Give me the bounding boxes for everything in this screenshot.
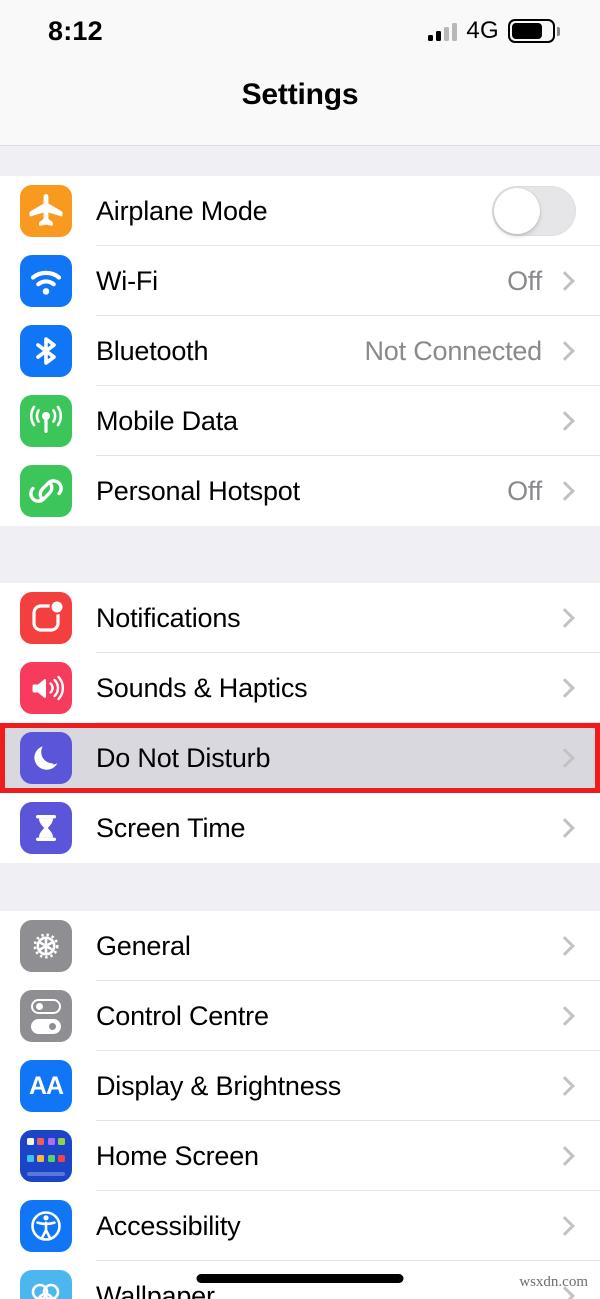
chevron-right-icon [555, 341, 575, 361]
speaker-icon [20, 662, 72, 714]
settings-row-accessibility[interactable]: Accessibility [0, 1191, 600, 1261]
settings-row-general[interactable]: General [0, 911, 600, 981]
battery-icon [508, 19, 560, 43]
settings-list[interactable]: Airplane Mode Wi-Fi Off Bluetooth Not Co… [0, 146, 600, 1299]
status-bar-indicators: 4G [428, 17, 560, 45]
settings-row-home-screen[interactable]: Home Screen [0, 1121, 600, 1191]
navigation-header: 8:12 4G Settings [0, 0, 600, 146]
display-brightness-icon: AA [20, 1060, 72, 1112]
airplane-icon [20, 185, 72, 237]
settings-row-bluetooth[interactable]: Bluetooth Not Connected [0, 316, 600, 386]
settings-row-label: General [96, 930, 191, 961]
section-gap-2 [0, 863, 600, 911]
settings-row-value: Off [507, 475, 542, 506]
settings-row-screen-time[interactable]: Screen Time [0, 793, 600, 863]
settings-row-label: Control Centre [96, 1000, 269, 1031]
chevron-right-icon [555, 411, 575, 431]
settings-row-label: Do Not Disturb [96, 742, 271, 773]
status-bar-time: 8:12 [48, 15, 103, 46]
chevron-right-icon [555, 678, 575, 698]
settings-row-label: Wallpaper [96, 1280, 215, 1299]
hotspot-link-icon [20, 465, 72, 517]
chevron-right-icon [555, 1216, 575, 1236]
watermark: wsxdn.com [519, 1274, 588, 1290]
settings-row-label: Airplane Mode [96, 195, 268, 226]
settings-row-sounds-haptics[interactable]: Sounds & Haptics [0, 653, 600, 723]
chevron-right-icon [555, 271, 575, 291]
antenna-icon [20, 395, 72, 447]
settings-row-label: Wi-Fi [96, 265, 158, 296]
gear-icon [20, 920, 72, 972]
home-screen-icon [20, 1130, 72, 1182]
notifications-icon [20, 592, 72, 644]
settings-row-label: Home Screen [96, 1140, 259, 1171]
chevron-right-icon [555, 608, 575, 628]
settings-row-label: Personal Hotspot [96, 475, 300, 506]
settings-row-label: Display & Brightness [96, 1070, 342, 1101]
page-title: Settings [241, 78, 359, 111]
wallpaper-icon [20, 1270, 72, 1299]
settings-row-personal-hotspot[interactable]: Personal Hotspot Off [0, 456, 600, 526]
settings-group-system: General Control Centre AA Display & Brig… [0, 911, 600, 1299]
settings-row-wifi[interactable]: Wi-Fi Off [0, 246, 600, 316]
settings-row-value: Not Connected [364, 335, 542, 366]
airplane-mode-toggle[interactable] [492, 186, 576, 236]
settings-row-label: Notifications [96, 602, 241, 633]
control-centre-icon [20, 990, 72, 1042]
settings-row-label: Bluetooth [96, 335, 209, 366]
status-bar-network-type: 4G [466, 17, 499, 44]
settings-row-label: Sounds & Haptics [96, 672, 308, 703]
settings-row-display-brightness[interactable]: AA Display & Brightness [0, 1051, 600, 1121]
section-gap-top [0, 146, 600, 176]
settings-row-label: Accessibility [96, 1210, 241, 1241]
cellular-signal-icon [428, 22, 458, 41]
status-bar: 8:12 4G [0, 0, 600, 62]
settings-row-mobile-data[interactable]: Mobile Data [0, 386, 600, 456]
hourglass-icon [20, 802, 72, 854]
bluetooth-icon [20, 325, 72, 377]
chevron-right-icon [555, 936, 575, 956]
iphone-settings-screen: 8:12 4G Settings Airplane Mode Wi-Fi Off… [0, 0, 600, 1299]
moon-icon [20, 732, 72, 784]
accessibility-icon [20, 1200, 72, 1252]
settings-row-label: Mobile Data [96, 405, 238, 436]
chevron-right-icon [555, 481, 575, 501]
settings-group-notifications: Notifications Sounds & Haptics Do Not Di… [0, 583, 600, 863]
section-gap-1 [0, 526, 600, 583]
settings-row-notifications[interactable]: Notifications [0, 583, 600, 653]
settings-group-connectivity: Airplane Mode Wi-Fi Off Bluetooth Not Co… [0, 176, 600, 526]
settings-row-label: Screen Time [96, 812, 246, 843]
wifi-icon [20, 255, 72, 307]
settings-row-control-centre[interactable]: Control Centre [0, 981, 600, 1051]
settings-row-value: Off [507, 265, 542, 296]
chevron-right-icon [555, 1076, 575, 1096]
home-indicator [196, 1274, 404, 1283]
settings-row-do-not-disturb[interactable]: Do Not Disturb [0, 723, 600, 793]
chevron-right-icon [555, 818, 575, 838]
settings-row-airplane-mode[interactable]: Airplane Mode [0, 176, 600, 246]
chevron-right-icon [555, 1146, 575, 1166]
chevron-right-icon [555, 748, 575, 768]
chevron-right-icon [555, 1006, 575, 1026]
